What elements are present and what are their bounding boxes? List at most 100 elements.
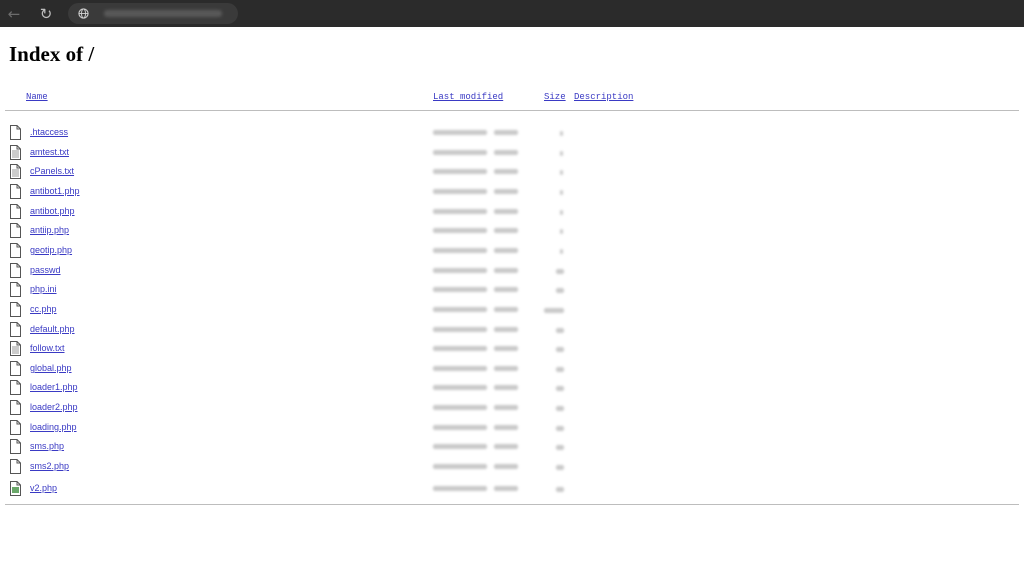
file-link[interactable]: loading.php [30,422,77,432]
file-row: sms2.php [0,459,1024,485]
file-link[interactable]: antibot.php [30,206,75,216]
size-redacted [560,151,563,156]
last-modified-redacted [433,366,487,371]
file-row: cPanels.txt [0,164,1024,190]
file-row: loader1.php [0,380,1024,406]
file-row: loader2.php [0,400,1024,426]
file-link[interactable]: cc.php [30,304,57,314]
last-modified-redacted [433,248,487,253]
time-redacted [494,287,518,292]
size-redacted [560,210,563,215]
last-modified-redacted [433,464,487,469]
file-link[interactable]: antiip.php [30,225,69,235]
last-modified-redacted [433,130,487,135]
size-redacted [556,347,564,352]
time-redacted [494,169,518,174]
file-link[interactable]: php.ini [30,284,57,294]
size-redacted [544,308,564,313]
last-modified-redacted [433,425,487,430]
file-row: .htaccess [0,125,1024,151]
last-modified-redacted [433,189,487,194]
size-redacted [556,406,564,411]
time-redacted [494,209,518,214]
last-modified-redacted [433,228,487,233]
file-link[interactable]: loader2.php [30,402,78,412]
file-link[interactable]: geotip.php [30,245,72,255]
time-redacted [494,425,518,430]
time-redacted [494,150,518,155]
file-row: antiip.php [0,223,1024,249]
file-icon [10,204,21,219]
time-redacted [494,464,518,469]
size-redacted [556,367,564,372]
file-link[interactable]: loader1.php [30,382,78,392]
file-link[interactable]: v2.php [30,483,57,493]
file-icon [10,361,21,376]
size-redacted [556,445,564,450]
script-file-icon [10,481,21,496]
file-row: follow.txt [0,341,1024,367]
file-row: antibot.php [0,204,1024,230]
file-row: passwd [0,263,1024,289]
size-redacted [556,426,564,431]
file-link[interactable]: default.php [30,324,75,334]
size-redacted [556,328,564,333]
file-icon [10,459,21,474]
time-redacted [494,327,518,332]
file-row: geotip.php [0,243,1024,269]
time-redacted [494,444,518,449]
file-link[interactable]: sms.php [30,441,64,451]
last-modified-redacted [433,287,487,292]
file-link[interactable]: follow.txt [30,343,65,353]
last-modified-redacted [433,444,487,449]
time-redacted [494,248,518,253]
last-modified-redacted [433,327,487,332]
size-redacted [556,269,564,274]
time-redacted [494,366,518,371]
last-modified-redacted [433,169,487,174]
size-redacted [560,249,563,254]
file-link[interactable]: global.php [30,363,72,373]
file-row: loading.php [0,420,1024,446]
time-redacted [494,346,518,351]
file-icon [10,380,21,395]
last-modified-redacted [433,486,487,491]
file-row: cc.php [0,302,1024,328]
file-icon [10,302,21,317]
text-file-icon [10,341,21,356]
file-icon [10,184,21,199]
text-file-icon [10,164,21,179]
size-redacted [560,131,563,136]
file-link[interactable]: sms2.php [30,461,69,471]
file-icon [10,263,21,278]
file-icon [10,420,21,435]
file-icon [10,439,21,454]
time-redacted [494,268,518,273]
file-link[interactable]: amtest.txt [30,147,69,157]
file-link[interactable]: passwd [30,265,61,275]
last-modified-redacted [433,268,487,273]
time-redacted [494,228,518,233]
size-redacted [560,190,563,195]
last-modified-redacted [433,346,487,351]
file-row: php.ini [0,282,1024,308]
size-redacted [556,487,564,492]
file-link[interactable]: cPanels.txt [30,166,74,176]
file-row: antibot1.php [0,184,1024,210]
divider-bottom [5,504,1019,505]
last-modified-redacted [433,385,487,390]
file-link[interactable]: .htaccess [30,127,68,137]
last-modified-redacted [433,209,487,214]
file-icon [10,282,21,297]
size-redacted [560,170,563,175]
file-icon [10,322,21,337]
file-icon [10,125,21,140]
last-modified-redacted [433,405,487,410]
time-redacted [494,405,518,410]
file-link[interactable]: antibot1.php [30,186,80,196]
time-redacted [494,385,518,390]
time-redacted [494,307,518,312]
file-icon [10,243,21,258]
file-row: sms.php [0,439,1024,465]
size-redacted [556,465,564,470]
